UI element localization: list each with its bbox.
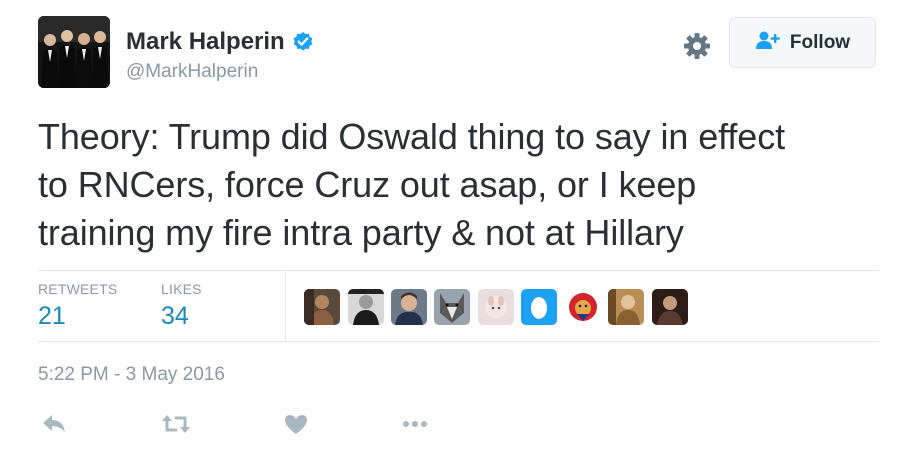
tweet-timestamp[interactable]: 5:22 PM - 3 May 2016 xyxy=(38,364,225,386)
divider xyxy=(38,341,879,342)
retweet-icon[interactable] xyxy=(160,410,192,438)
retweets-stat[interactable]: RETWEETS 21 xyxy=(38,281,117,331)
verified-badge-icon xyxy=(292,31,314,53)
liker-avatar-2[interactable] xyxy=(348,289,384,325)
liker-avatar-8[interactable] xyxy=(608,289,644,325)
liker-avatar-6[interactable] xyxy=(521,289,557,325)
add-user-icon xyxy=(755,30,781,56)
liker-avatar-1[interactable] xyxy=(304,289,340,325)
retweets-label: RETWEETS xyxy=(38,281,118,297)
display-name-text: Mark Halperin xyxy=(126,28,285,55)
likes-count: 34 xyxy=(161,302,189,330)
like-icon[interactable] xyxy=(282,410,310,438)
likes-label: LIKES xyxy=(161,281,202,297)
liker-avatar-4[interactable] xyxy=(434,289,470,325)
stats-separator xyxy=(285,271,286,341)
tweet-text-line: training my fire intra party & not at Hi… xyxy=(38,212,684,253)
more-icon[interactable] xyxy=(401,410,429,438)
tweet-text-line: to RNCers, force Cruz out asap, or I kee… xyxy=(38,164,697,205)
reply-icon[interactable] xyxy=(40,410,68,438)
profile-avatar[interactable] xyxy=(38,16,110,88)
follow-label: Follow xyxy=(789,31,851,53)
tweet-text: Theory: Trump did Oswald thing to say in… xyxy=(38,113,888,257)
liker-avatar-7[interactable] xyxy=(565,289,601,325)
user-handle[interactable]: @MarkHalperin xyxy=(126,61,258,83)
display-name[interactable]: Mark Halperin xyxy=(126,28,314,56)
liker-avatar-9[interactable] xyxy=(652,289,688,325)
retweets-count: 21 xyxy=(38,302,66,330)
tweet-text-line: Theory: Trump did Oswald thing to say in… xyxy=(38,116,785,157)
divider xyxy=(38,270,879,271)
likes-stat[interactable]: LIKES 34 xyxy=(161,281,202,331)
liker-avatar-3[interactable] xyxy=(391,289,427,325)
liker-avatar-5[interactable] xyxy=(478,289,514,325)
follow-button[interactable]: Follow xyxy=(729,17,876,68)
gear-icon[interactable] xyxy=(682,31,712,61)
